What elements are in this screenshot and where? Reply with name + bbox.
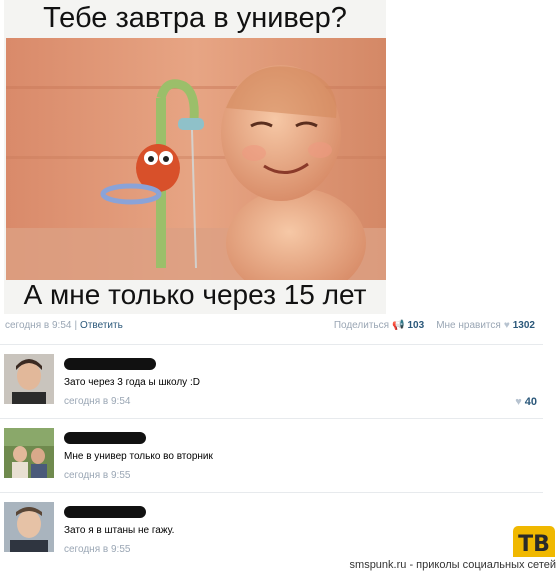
post-time[interactable]: сегодня в 9:54: [5, 320, 71, 331]
comment-text: Зато через 3 года ы школу :D: [64, 377, 200, 388]
comment-text: Зато я в штаны не гажу.: [64, 525, 175, 536]
author-name-redacted[interactable]: [64, 506, 146, 518]
heart-icon[interactable]: ♥: [515, 396, 522, 408]
avatar[interactable]: [4, 354, 54, 404]
comment-likes[interactable]: ♥ 40: [515, 396, 537, 408]
reply-link[interactable]: Ответить: [80, 320, 123, 331]
meme-bottom-caption: А мне только через 15 лет: [23, 279, 367, 310]
heart-icon[interactable]: ♥: [504, 320, 510, 331]
post-actions: Поделиться 📢 103 Мне нравится ♥ 1302: [334, 320, 535, 331]
like-count[interactable]: 1302: [513, 320, 535, 331]
comment-item: Мне в универ только во вторник сегодня в…: [0, 418, 543, 492]
comment-text: Мне в универ только во вторник: [64, 451, 213, 462]
avatar-photo-icon: [4, 502, 54, 552]
meme-top-caption: Тебе завтра в универ?: [43, 2, 347, 34]
comment-like-count: 40: [524, 396, 537, 408]
site-logo-text: ТВ: [518, 532, 550, 557]
post-meta: сегодня в 9:54 | Ответить: [5, 320, 123, 331]
comment-time[interactable]: сегодня в 9:55: [64, 544, 130, 555]
avatar[interactable]: [4, 502, 54, 552]
meme-image[interactable]: Тебе завтра в универ? А мне только через…: [4, 0, 386, 314]
share-label[interactable]: Поделиться: [334, 320, 389, 331]
author-name-redacted[interactable]: [64, 358, 156, 370]
baby-bath-photo: [6, 38, 386, 280]
avatar[interactable]: [4, 428, 54, 478]
like-label[interactable]: Мне нравится: [436, 320, 501, 331]
watermark-text: smspunk.ru - приколы социальных сетей: [349, 559, 556, 571]
megaphone-icon[interactable]: 📢: [392, 320, 404, 331]
comment-time[interactable]: сегодня в 9:55: [64, 470, 130, 481]
avatar-photo-icon: [4, 428, 54, 478]
comment-item: Зато я в штаны не гажу. сегодня в 9:55 ♥: [0, 492, 543, 566]
baby-bath-illustration: [6, 38, 386, 280]
share-count[interactable]: 103: [408, 320, 425, 331]
watermark-footer: smspunk.ru - приколы социальных сетей: [0, 557, 560, 574]
avatar-photo-icon: [4, 354, 54, 404]
comment-item: Зато через 3 года ы школу :D сегодня в 9…: [0, 344, 543, 418]
comment-time[interactable]: сегодня в 9:54: [64, 396, 130, 407]
author-name-redacted[interactable]: [64, 432, 146, 444]
